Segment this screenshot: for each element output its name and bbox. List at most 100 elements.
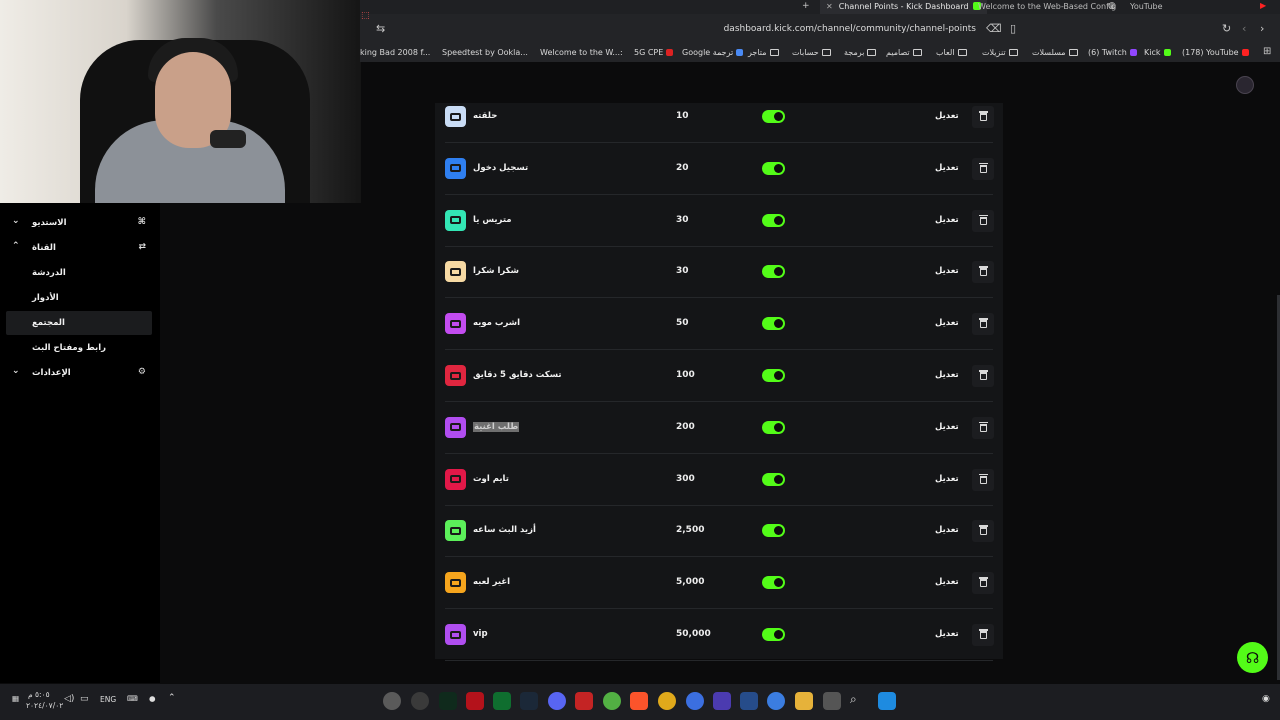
reward-enabled-toggle[interactable]: [762, 369, 785, 382]
mic-icon[interactable]: ●: [149, 694, 156, 703]
delete-reward-button[interactable]: [972, 624, 994, 646]
windows-start-icon[interactable]: [878, 692, 896, 710]
tab-youtube[interactable]: YouTube: [1130, 0, 1163, 14]
edit-reward-button[interactable]: تعديل: [935, 474, 959, 484]
edit-reward-button[interactable]: تعديل: [935, 577, 959, 587]
bookmark-folder-stores[interactable]: متاجر: [748, 48, 779, 57]
user-avatar[interactable]: [1236, 76, 1254, 94]
taskbar-app-icon[interactable]: [383, 692, 401, 710]
delete-reward-button[interactable]: [972, 261, 994, 284]
bookmark-youtube[interactable]: (178) YouTube: [1182, 48, 1249, 57]
reward-enabled-toggle[interactable]: [762, 576, 785, 590]
edit-reward-button[interactable]: تعديل: [935, 370, 959, 380]
sidebar-item-stream-key[interactable]: رابط ومفتاح البث: [6, 336, 152, 360]
reward-enabled-toggle[interactable]: [762, 161, 785, 175]
tray-chevron-icon[interactable]: ⌃: [168, 693, 176, 703]
delete-reward-button[interactable]: [972, 313, 994, 336]
reward-enabled-toggle[interactable]: [762, 265, 785, 279]
notification-icon[interactable]: ▦: [12, 694, 19, 703]
help-chat-button[interactable]: ☊: [1237, 642, 1268, 673]
close-tab-icon[interactable]: ✕: [826, 2, 833, 11]
bookmark-5g-cpe[interactable]: 5G CPE: [634, 48, 674, 57]
taskbar-app-icon[interactable]: [740, 692, 758, 710]
sidebar-item-channel[interactable]: ⌃ القناة ⇄: [6, 236, 152, 260]
new-tab-icon[interactable]: +: [802, 1, 810, 11]
taskbar-app-icon[interactable]: [575, 692, 593, 710]
reward-enabled-toggle[interactable]: [762, 524, 785, 538]
twitch-icon: [1129, 49, 1137, 56]
edit-reward-button[interactable]: تعديل: [935, 525, 959, 535]
treasure-icon: [450, 371, 461, 380]
forward-icon[interactable]: ‹: [1242, 22, 1246, 35]
sidebar-item-settings[interactable]: ⌄ الإعدادات ⚙: [6, 361, 152, 385]
reward-enabled-toggle[interactable]: [762, 472, 785, 486]
chrome-icon[interactable]: [686, 692, 704, 710]
taskbar-app-icon[interactable]: [767, 692, 785, 710]
sidebar-item-chat[interactable]: الدردشة: [6, 261, 152, 285]
bookmark-folder-series[interactable]: مسلسلات: [1032, 48, 1078, 57]
clear-icon[interactable]: ⌫: [986, 22, 1002, 35]
reward-enabled-toggle[interactable]: [762, 317, 785, 331]
tab-channel-points[interactable]: ✕ Channel Points - Kick Dashboard: [820, 0, 987, 14]
apps-icon[interactable]: ⊞: [1263, 46, 1271, 57]
delete-reward-button[interactable]: [972, 520, 994, 543]
edit-reward-button[interactable]: تعديل: [935, 629, 959, 639]
task-view-icon[interactable]: [823, 692, 841, 710]
network-icon[interactable]: ▭: [80, 694, 89, 704]
share-icon[interactable]: ⬚: [361, 11, 370, 21]
reward-enabled-toggle[interactable]: [762, 628, 785, 641]
bookmark-google-translate[interactable]: Google ترجمة: [682, 48, 744, 57]
bookmark-speedtest[interactable]: Speedtest by Ookla...: [442, 48, 528, 57]
chrome-icon[interactable]: [658, 692, 676, 710]
bookmark-kick[interactable]: Kick: [1144, 48, 1171, 57]
delete-reward-button[interactable]: [972, 468, 994, 491]
sidebar-item-community[interactable]: المجتمع: [6, 311, 152, 335]
delete-reward-button[interactable]: [972, 365, 994, 387]
sidebar-item-roles[interactable]: الأدوار: [6, 286, 152, 310]
bookmark-welcome[interactable]: Welcome to the W...:: [540, 48, 623, 57]
edit-reward-button[interactable]: تعديل: [935, 318, 959, 328]
tab-web-config[interactable]: Welcome to the Web-Based Config: [978, 0, 1116, 14]
delete-reward-button[interactable]: [972, 157, 994, 180]
delete-reward-button[interactable]: [972, 416, 994, 439]
sidebar-item-studio[interactable]: ⌄ الاستديو ⌘: [6, 211, 152, 235]
volume-icon[interactable]: ◁): [64, 694, 74, 704]
bookmark-folder-accounts[interactable]: حسابات: [792, 48, 831, 57]
xbox-icon[interactable]: [603, 692, 621, 710]
bookmark-icon[interactable]: ▯: [1010, 22, 1016, 35]
delete-reward-button[interactable]: [972, 106, 994, 128]
reload-icon[interactable]: ↻: [1222, 22, 1231, 35]
translate-icon[interactable]: ⇆: [376, 22, 385, 35]
language-indicator[interactable]: ENG: [100, 695, 116, 704]
steam-icon[interactable]: [520, 692, 538, 710]
bookmark-folder-programming[interactable]: برمجة: [844, 48, 877, 57]
edit-reward-button[interactable]: تعديل: [935, 266, 959, 276]
search-icon[interactable]: ⌕: [850, 692, 868, 710]
play-icon[interactable]: [493, 692, 511, 710]
terminal-icon[interactable]: [439, 692, 457, 710]
brave-icon[interactable]: [630, 692, 648, 710]
discord-icon[interactable]: [548, 692, 566, 710]
taskbar-app-icon[interactable]: [466, 692, 484, 710]
bookmark-breaking-bad[interactable]: king Bad 2008 f...: [360, 48, 430, 57]
delete-reward-button[interactable]: [972, 209, 994, 232]
bookmark-folder-games[interactable]: العاب: [936, 48, 967, 57]
edit-reward-button[interactable]: تعديل: [935, 422, 959, 432]
reward-enabled-toggle[interactable]: [762, 420, 785, 434]
bookmark-folder-designs[interactable]: تصاميم: [886, 48, 922, 57]
back-icon[interactable]: ›: [1260, 22, 1264, 35]
bookmark-folder-downloads[interactable]: تنزيلات: [982, 48, 1018, 57]
bookmark-twitch[interactable]: (6) Twitch: [1088, 48, 1137, 57]
taskbar-app-icon[interactable]: [411, 692, 429, 710]
delete-reward-button[interactable]: [972, 572, 994, 595]
reward-enabled-toggle[interactable]: [762, 213, 785, 227]
taskbar-app-icon[interactable]: [713, 692, 731, 710]
edit-reward-button[interactable]: تعديل: [935, 215, 959, 225]
edit-reward-button[interactable]: تعديل: [935, 111, 959, 121]
edit-reward-button[interactable]: تعديل: [935, 163, 959, 173]
reward-enabled-toggle[interactable]: [762, 110, 785, 123]
system-tray-icon[interactable]: ◉: [1262, 694, 1270, 704]
url-field[interactable]: dashboard.kick.com/channel/community/cha…: [724, 24, 976, 34]
keyboard-icon[interactable]: ⌨: [127, 694, 138, 703]
folder-icon[interactable]: [795, 692, 813, 710]
